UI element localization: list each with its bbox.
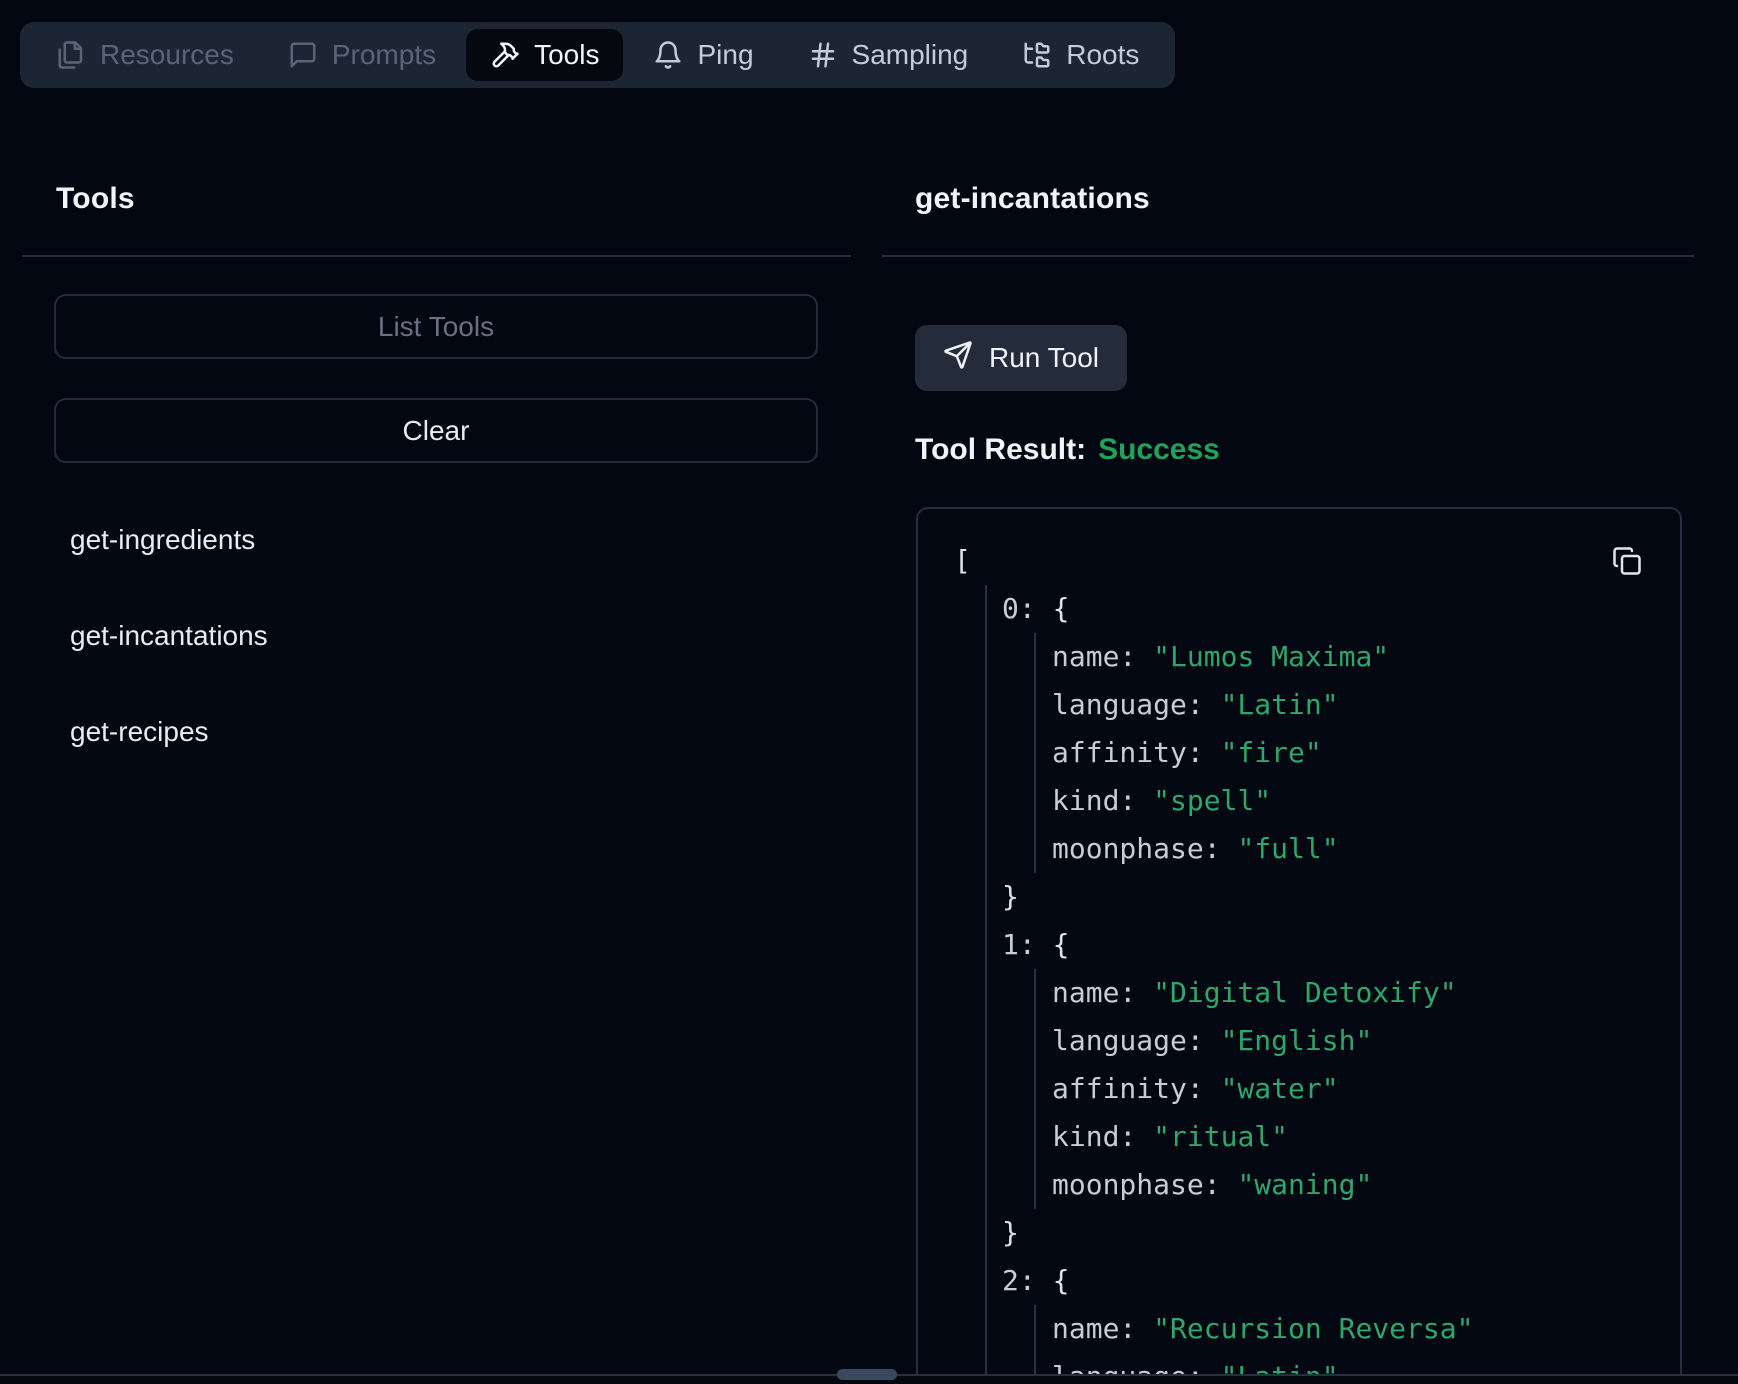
tab-label: Prompts xyxy=(332,39,436,71)
json-line: language: "English" xyxy=(1052,1017,1650,1065)
json-line: language: "Latin" xyxy=(1052,681,1650,729)
right-panel-divider xyxy=(882,255,1694,257)
bell-icon xyxy=(653,40,683,70)
folder-tree-icon xyxy=(1022,40,1052,70)
files-icon xyxy=(56,40,86,70)
json-line: kind: "ritual" xyxy=(1052,1113,1650,1161)
tab-sampling[interactable]: Sampling xyxy=(784,29,993,81)
json-line: name: "Digital Detoxify" xyxy=(1052,969,1650,1017)
run-tool-button[interactable]: Run Tool xyxy=(915,325,1127,391)
tool-result-label: Tool Result: xyxy=(915,433,1086,466)
tool-result-line: Tool Result: Success xyxy=(915,433,1220,467)
tab-label: Ping xyxy=(697,39,753,71)
json-line: 2: { xyxy=(1002,1257,1650,1305)
selected-tool-title: get-incantations xyxy=(915,182,1150,216)
copy-icon xyxy=(1612,546,1644,576)
json-line: [ xyxy=(954,537,1650,585)
json-line: kind: "spell" xyxy=(1052,777,1650,825)
json-line: } xyxy=(1002,1209,1650,1257)
tab-label: Sampling xyxy=(852,39,969,71)
tool-result-json-box: [0: {name: "Lumos Maxima"language: "Lati… xyxy=(916,507,1682,1384)
json-line: } xyxy=(1002,873,1650,921)
capability-tabbar: Resources Prompts Tools Ping Sampling Roots xyxy=(20,22,1175,88)
tab-ping[interactable]: Ping xyxy=(629,29,777,81)
list-tools-button[interactable]: List Tools xyxy=(54,294,818,359)
json-line: affinity: "fire" xyxy=(1052,729,1650,777)
tab-resources[interactable]: Resources xyxy=(32,29,258,81)
hammer-icon xyxy=(490,40,520,70)
tab-label: Tools xyxy=(534,39,599,71)
tab-label: Resources xyxy=(100,39,234,71)
copy-button[interactable] xyxy=(1612,545,1644,577)
tab-roots[interactable]: Roots xyxy=(998,29,1163,81)
pane-resize-handle[interactable] xyxy=(837,1369,897,1380)
json-line: 1: { xyxy=(1002,921,1650,969)
tool-list-item[interactable]: get-incantations xyxy=(70,588,308,684)
json-line: name: "Lumos Maxima" xyxy=(1052,633,1650,681)
tab-label: Roots xyxy=(1066,39,1139,71)
json-line: name: "Recursion Reversa" xyxy=(1052,1305,1650,1353)
json-line: 0: { xyxy=(1002,585,1650,633)
tool-result-status: Success xyxy=(1098,433,1220,466)
json-line: affinity: "water" xyxy=(1052,1065,1650,1113)
json-line: moonphase: "full" xyxy=(1052,825,1650,873)
tool-list-item[interactable]: get-ingredients xyxy=(70,492,308,588)
tools-list: get-ingredientsget-incantationsget-recip… xyxy=(70,492,308,780)
left-panel-title: Tools xyxy=(56,182,135,216)
message-square-icon xyxy=(288,40,318,70)
hash-icon xyxy=(808,40,838,70)
left-panel-divider xyxy=(22,255,851,257)
tab-prompts[interactable]: Prompts xyxy=(264,29,460,81)
json-result-tree: [0: {name: "Lumos Maxima"language: "Lati… xyxy=(954,537,1650,1384)
json-line: moonphase: "waning" xyxy=(1052,1161,1650,1209)
send-icon xyxy=(943,340,973,377)
tool-list-item[interactable]: get-recipes xyxy=(70,684,308,780)
clear-button[interactable]: Clear xyxy=(54,398,818,463)
tab-tools[interactable]: Tools xyxy=(466,29,623,81)
run-tool-label: Run Tool xyxy=(989,342,1099,374)
